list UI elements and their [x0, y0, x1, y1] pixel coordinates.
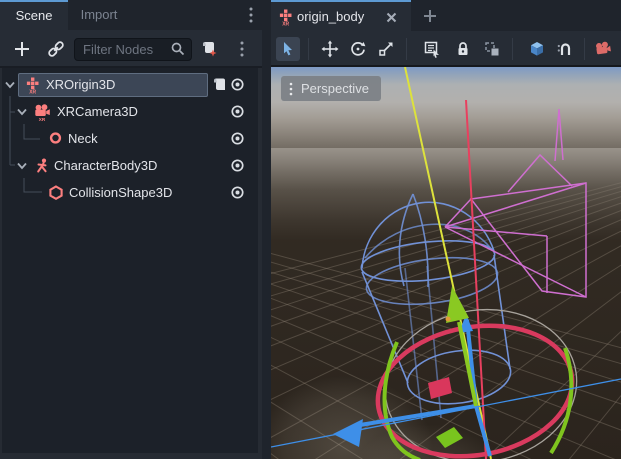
rotate-tool-icon	[349, 40, 367, 58]
chevron-down-icon[interactable]	[16, 107, 28, 117]
node-label: CharacterBody3D	[54, 158, 157, 173]
svg-text:XR: XR	[39, 117, 46, 121]
collision-shape-icon	[48, 185, 64, 201]
svg-text:XR: XR	[29, 90, 36, 94]
xr-origin-icon: XR	[278, 9, 294, 26]
node-label: XROrigin3D	[46, 77, 115, 92]
tree-row-neck[interactable]: Neck	[2, 126, 258, 152]
chevron-down-icon[interactable]	[16, 161, 28, 171]
select-tool-button[interactable]	[276, 37, 300, 61]
scene-tree: XR XROrigin3D	[2, 68, 258, 453]
scene-tab-bar: XR origin_body	[271, 0, 621, 31]
move-tool-button[interactable]	[318, 37, 342, 61]
list-select-button[interactable]	[420, 37, 444, 61]
perspective-label: Perspective	[301, 81, 369, 96]
perspective-button[interactable]: Perspective	[281, 76, 381, 101]
link-icon	[46, 39, 66, 59]
attach-script-button[interactable]	[197, 37, 221, 61]
scene-tab-origin-body[interactable]: XR origin_body	[271, 0, 411, 31]
rotate-tool-button[interactable]	[346, 37, 370, 61]
tab-scene[interactable]: Scene	[0, 0, 68, 30]
node-label: CollisionShape3D	[69, 185, 172, 200]
scene-tab-label: origin_body	[297, 9, 364, 24]
scale-tool-button[interactable]	[374, 37, 398, 61]
group-icon	[483, 40, 501, 58]
main-viewport-panel: XR origin_body	[262, 0, 621, 459]
plus-icon	[13, 40, 31, 58]
visibility-eye-icon[interactable]	[230, 131, 245, 146]
add-node-button[interactable]	[10, 37, 34, 61]
group-button[interactable]	[480, 37, 504, 61]
viewport-3d[interactable]: Perspective	[271, 67, 621, 459]
marker-icon	[48, 131, 63, 146]
instantiate-scene-button[interactable]	[44, 37, 68, 61]
snap-toggle-button[interactable]	[553, 37, 577, 61]
viewport-toolbar	[271, 31, 621, 67]
dock-tab-bar: Scene Import	[0, 0, 262, 30]
chevron-down-icon[interactable]	[4, 80, 16, 90]
lock-icon	[454, 40, 472, 58]
xr-origin-icon: XR	[25, 77, 41, 94]
tree-row-characterbody3d[interactable]: CharacterBody3D	[2, 153, 258, 179]
svg-text:XR: XR	[282, 22, 289, 26]
scale-tool-icon	[377, 40, 395, 58]
close-icon[interactable]	[385, 11, 398, 24]
visibility-eye-icon[interactable]	[230, 185, 245, 200]
tab-import[interactable]: Import	[68, 0, 130, 30]
camera-preview-icon	[594, 40, 612, 58]
toolbar-separator	[512, 38, 513, 60]
godot-editor-window: Scene Import	[0, 0, 621, 459]
viewport-canvas	[271, 67, 621, 459]
add-scene-tab-button[interactable]	[422, 8, 438, 24]
select-tool-icon	[279, 40, 297, 58]
scene-dock: Scene Import	[0, 0, 262, 459]
tree-row-xrcamera3d[interactable]: XR XRCamera3D	[2, 99, 258, 125]
plus-icon	[422, 8, 438, 24]
camera-preview-button[interactable]	[591, 37, 615, 61]
toolbar-separator	[308, 38, 309, 60]
local-space-toggle-button[interactable]	[525, 37, 549, 61]
toolbar-separator	[584, 38, 585, 60]
snap-magnet-icon	[556, 40, 574, 58]
node-label: XRCamera3D	[57, 104, 138, 119]
visibility-eye-icon[interactable]	[230, 158, 245, 173]
dock-menu-kebab-icon[interactable]	[244, 4, 258, 26]
node-label: Neck	[68, 131, 98, 146]
scene-dock-toolbar	[0, 30, 262, 68]
local-space-cube-icon	[528, 40, 546, 58]
origin-point-dot	[446, 317, 451, 322]
list-select-icon	[423, 40, 441, 58]
tree-row-xrorigin3d[interactable]: XR XROrigin3D	[2, 72, 258, 98]
xr-camera-icon: XR	[34, 104, 51, 121]
move-tool-icon	[321, 40, 339, 58]
scene-tree-menu-kebab-icon[interactable]	[230, 37, 254, 61]
script-star-icon	[200, 40, 218, 58]
lock-button[interactable]	[451, 37, 475, 61]
search-icon	[170, 41, 186, 57]
visibility-eye-icon[interactable]	[230, 104, 245, 119]
character-body-icon	[35, 158, 50, 174]
toolbar-separator	[406, 38, 407, 60]
visibility-eye-icon[interactable]	[230, 77, 245, 92]
kebab-menu-icon	[287, 81, 295, 97]
script-icon[interactable]	[212, 77, 227, 93]
tree-row-collisionshape3d[interactable]: CollisionShape3D	[2, 180, 258, 206]
